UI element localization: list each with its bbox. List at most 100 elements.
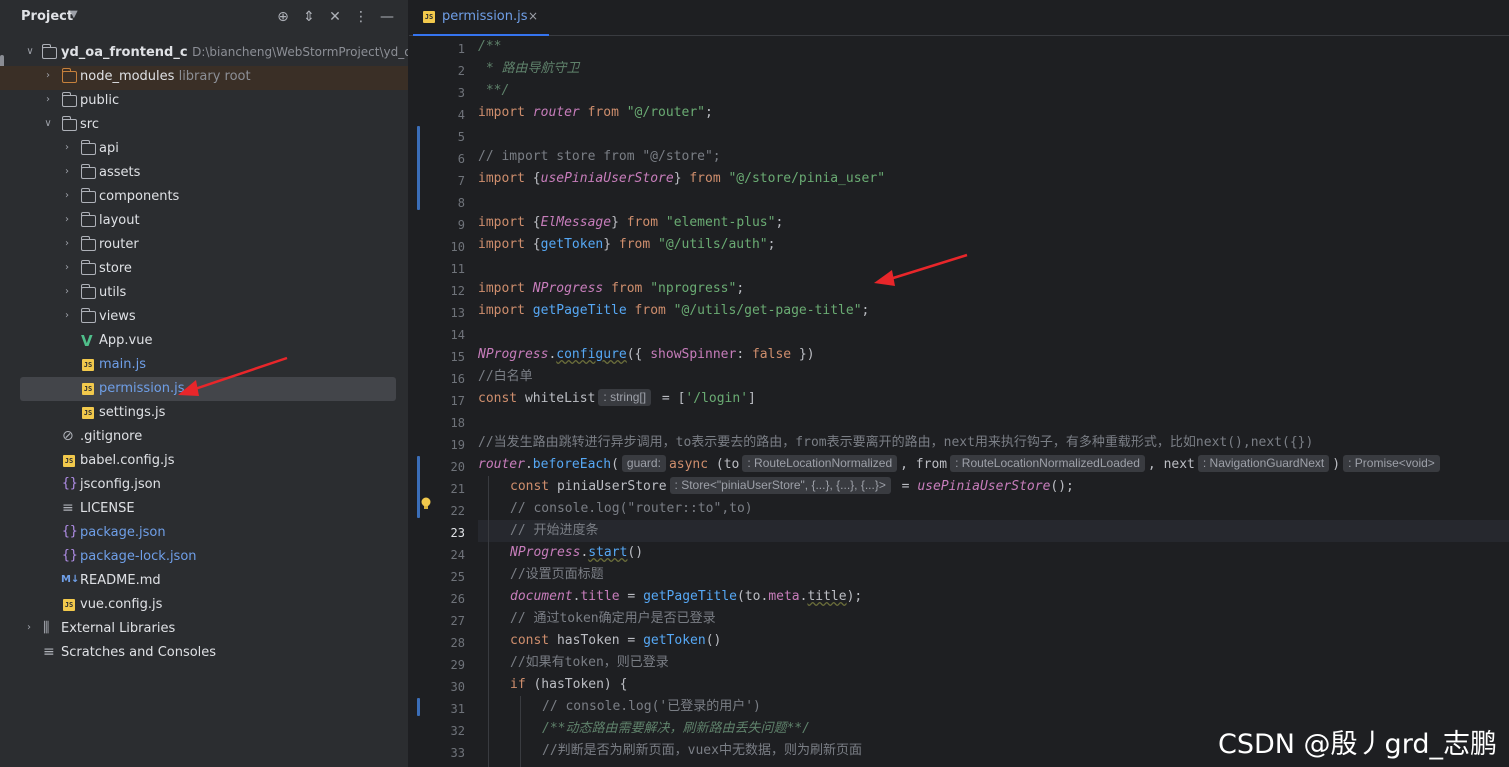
line-number[interactable]: 14 xyxy=(425,328,465,342)
line-number[interactable]: 24 xyxy=(425,548,465,562)
vcs-change-marker[interactable] xyxy=(417,126,420,210)
line-number[interactable]: 30 xyxy=(425,680,465,694)
tree-item-permission-js[interactable]: JS permission.js xyxy=(0,377,408,401)
identifier: usePiniaUserStore xyxy=(540,171,674,186)
line-number[interactable]: 20 xyxy=(425,460,465,474)
line-number[interactable]: 9 xyxy=(425,218,465,232)
tree-item-project-root[interactable]: ∨ yd_oa_frontend_c D:\biancheng\WebStorm… xyxy=(0,41,434,65)
chevron-right-icon[interactable]: › xyxy=(61,165,73,179)
line-number[interactable]: 23 xyxy=(425,526,465,540)
line-number[interactable]: 25 xyxy=(425,570,465,584)
chevron-right-icon[interactable]: › xyxy=(61,213,73,227)
tree-item-node-modules[interactable]: › node_modules library root xyxy=(0,65,408,89)
tree-item-public[interactable]: › public xyxy=(0,89,408,113)
tree-item-package-json[interactable]: {} package.json xyxy=(0,521,408,545)
punct: ; xyxy=(767,237,776,252)
more-icon[interactable]: ⋮ xyxy=(350,6,372,28)
tree-item-label: jsconfig.json xyxy=(80,477,161,492)
line-number-gutter[interactable]: 1 2 3 4 5 6 7 8 9 10 11 12 13 14 15 16 17 18 19 20 21 22 23 24 2… xyxy=(409,36,475,767)
chevron-right-icon[interactable]: › xyxy=(61,309,73,323)
code-area[interactable]: /** * 路由导航守卫 **/ import router from "@/r… xyxy=(478,36,1509,767)
line-number[interactable]: 21 xyxy=(425,482,465,496)
chevron-right-icon[interactable]: › xyxy=(42,93,54,107)
line-number[interactable]: 5 xyxy=(425,130,465,144)
minimize-icon[interactable]: — xyxy=(376,6,398,28)
line-number[interactable]: 33 xyxy=(425,746,465,760)
chevron-right-icon[interactable]: › xyxy=(61,189,73,203)
line-number[interactable]: 27 xyxy=(425,614,465,628)
collapse-all-icon[interactable]: ✕ xyxy=(324,6,346,28)
tree-item-gitignore[interactable]: ⊘ .gitignore xyxy=(0,425,408,449)
chevron-right-icon[interactable]: › xyxy=(61,237,73,251)
chevron-right-icon[interactable]: › xyxy=(61,285,73,299)
tree-item-jsconfig[interactable]: {} jsconfig.json xyxy=(0,473,408,497)
line-number[interactable]: 1 xyxy=(425,42,465,56)
inlay-hint[interactable]: guard: xyxy=(621,455,666,472)
tree-item-settings-js[interactable]: JS settings.js xyxy=(0,401,408,425)
tree-item-router[interactable]: › router xyxy=(0,233,408,257)
tab-permission-js[interactable]: JS permission.js × xyxy=(409,0,549,36)
line-number[interactable]: 11 xyxy=(425,262,465,276)
inlay-hint[interactable]: : RouteLocationNormalizedLoaded xyxy=(950,455,1145,472)
chevron-down-icon[interactable]: ▼ xyxy=(70,9,78,20)
line-number[interactable]: 8 xyxy=(425,196,465,210)
line-number[interactable]: 7 xyxy=(425,174,465,188)
line-number[interactable]: 32 xyxy=(425,724,465,738)
chevron-right-icon[interactable]: › xyxy=(61,141,73,155)
inlay-hint[interactable]: : Store<"piniaUserStore", {...}, {...}, … xyxy=(669,477,891,494)
inlay-hint[interactable]: : Promise<void> xyxy=(1343,455,1440,472)
tree-item-package-lock[interactable]: {} package-lock.json xyxy=(0,545,408,569)
tree-item-label: README.md xyxy=(80,573,161,588)
line-number[interactable]: 29 xyxy=(425,658,465,672)
inlay-hint[interactable]: : NavigationGuardNext xyxy=(1197,455,1330,472)
line-number[interactable]: 17 xyxy=(425,394,465,408)
tree-item-utils[interactable]: › utils xyxy=(0,281,408,305)
tree-item-label: main.js xyxy=(99,357,146,372)
line-number[interactable]: 28 xyxy=(425,636,465,650)
line-number[interactable]: 26 xyxy=(425,592,465,606)
tree-item-views[interactable]: › views xyxy=(0,305,408,329)
string: "@/router" xyxy=(618,105,705,120)
tree-item-readme[interactable]: M↓ README.md xyxy=(0,569,408,593)
chevron-right-icon[interactable]: › xyxy=(61,261,73,275)
line-number[interactable]: 31 xyxy=(425,702,465,716)
close-icon[interactable]: × xyxy=(528,9,538,23)
line-number[interactable]: 22 xyxy=(425,504,465,518)
folder-icon xyxy=(61,68,77,83)
line-number[interactable]: 6 xyxy=(425,152,465,166)
tree-item-scratches[interactable]: ≡ Scratches and Consoles xyxy=(0,641,408,665)
project-view-selector[interactable]: Project xyxy=(21,9,73,24)
line-number[interactable]: 12 xyxy=(425,284,465,298)
tree-item-layout[interactable]: › layout xyxy=(0,209,408,233)
tree-item-license[interactable]: ≡ LICENSE xyxy=(0,497,408,521)
tree-item-main-js[interactable]: JS main.js xyxy=(0,353,408,377)
line-number[interactable]: 19 xyxy=(425,438,465,452)
line-number[interactable]: 4 xyxy=(425,108,465,122)
tree-item-store[interactable]: › store xyxy=(0,257,408,281)
tree-item-external-libraries[interactable]: › ⫼ External Libraries xyxy=(0,617,408,641)
crosshair-icon[interactable]: ⊕ xyxy=(272,6,294,28)
line-number[interactable]: 15 xyxy=(425,350,465,364)
chevron-down-icon[interactable]: ∨ xyxy=(24,45,36,59)
vcs-change-marker[interactable] xyxy=(417,698,420,716)
expand-collapse-icon[interactable]: ⇕ xyxy=(298,6,320,28)
chevron-right-icon[interactable]: › xyxy=(23,621,35,635)
line-number[interactable]: 18 xyxy=(425,416,465,430)
tree-item-assets[interactable]: › assets xyxy=(0,161,408,185)
tree-item-src[interactable]: ∨ src xyxy=(0,113,408,137)
tree-item-components[interactable]: › components xyxy=(0,185,408,209)
inlay-hint[interactable]: : RouteLocationNormalized xyxy=(742,455,898,472)
chevron-down-icon[interactable]: ∨ xyxy=(42,117,54,131)
line-number[interactable]: 10 xyxy=(425,240,465,254)
line-number[interactable]: 13 xyxy=(425,306,465,320)
tree-item-app-vue[interactable]: V App.vue xyxy=(0,329,408,353)
tree-item-babel-config[interactable]: JS babel.config.js xyxy=(0,449,408,473)
punct: = [ xyxy=(654,391,686,406)
tree-item-api[interactable]: › api xyxy=(0,137,408,161)
line-number[interactable]: 3 xyxy=(425,86,465,100)
inlay-hint[interactable]: : string[] xyxy=(598,389,652,406)
line-number[interactable]: 16 xyxy=(425,372,465,386)
line-number[interactable]: 2 xyxy=(425,64,465,78)
chevron-right-icon[interactable]: › xyxy=(42,69,54,83)
tree-item-vue-config[interactable]: JS vue.config.js xyxy=(0,593,408,617)
